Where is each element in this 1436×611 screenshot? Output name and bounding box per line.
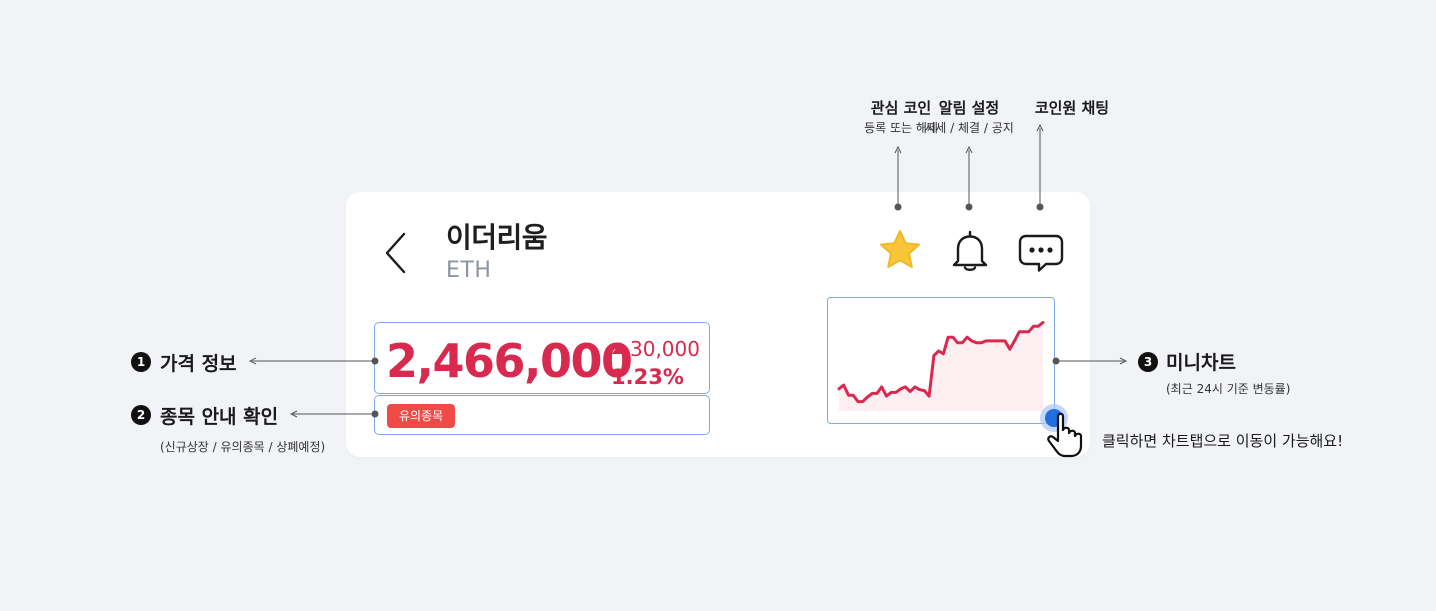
annotation-number-2: 2	[131, 405, 151, 425]
star-icon[interactable]	[878, 229, 922, 271]
price-change-rate: 1.23%	[611, 365, 684, 389]
chat-bubble-icon[interactable]	[1018, 233, 1064, 273]
price-info-annotation: 가격 정보	[160, 353, 237, 375]
back-chevron-icon[interactable]	[382, 230, 410, 276]
alarm-annotation-desc: 시세 / 체결 / 공지	[924, 121, 1014, 135]
chart-area-fill	[839, 322, 1043, 411]
bell-icon[interactable]	[951, 229, 989, 273]
mini-chart-annotation: 미니차트	[1166, 352, 1236, 374]
coin-name: 이더리움	[446, 221, 548, 254]
annotation-number-1: 1	[131, 352, 151, 372]
chart-click-hint: 클릭하면 차트탭으로 이동이 가능해요!	[1102, 432, 1344, 450]
price-change-amount: 30,000	[630, 337, 700, 361]
caution-badge[interactable]: 유의종목	[387, 404, 456, 428]
current-price: 2,466,000	[386, 334, 633, 388]
price-up-icon	[611, 340, 629, 354]
pointing-hand-icon	[1034, 400, 1098, 460]
caution-info-annotation-desc: (신규상장 / 유의종목 / 상폐예정)	[160, 440, 326, 454]
mini-chart-plot[interactable]	[827, 297, 1055, 424]
mini-chart-annotation-desc: (최근 24시 기준 변동률)	[1166, 382, 1291, 396]
annotation-number-3: 3	[1138, 352, 1158, 372]
caution-info-annotation: 종목 안내 확인	[160, 406, 279, 428]
coin-symbol: ETH	[446, 258, 492, 283]
chat-annotation-title: 코인원 채팅	[1034, 99, 1110, 117]
